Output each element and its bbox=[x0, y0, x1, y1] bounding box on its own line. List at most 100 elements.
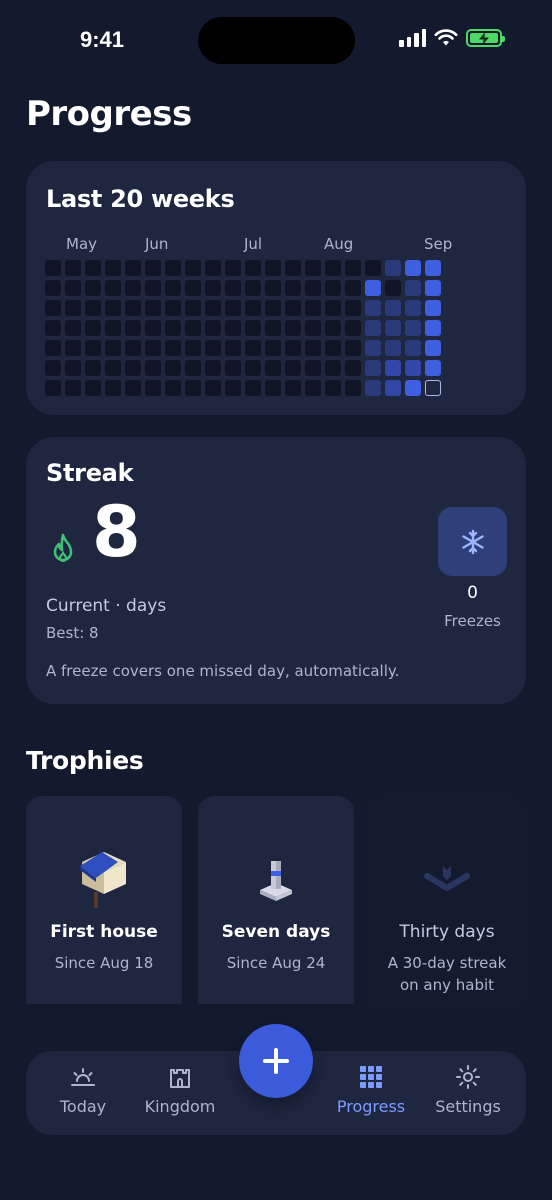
snowflake-icon bbox=[461, 529, 484, 554]
heatmap-cell bbox=[425, 260, 441, 276]
trophy-name: First house bbox=[50, 922, 158, 942]
heatmap-cell bbox=[305, 280, 321, 296]
grid-icon bbox=[360, 1066, 382, 1088]
heatmap-cell bbox=[105, 340, 121, 356]
heatmap-cell bbox=[65, 300, 81, 316]
heatmap-cell bbox=[245, 380, 261, 396]
heatmap-cell bbox=[85, 260, 101, 276]
heatmap-cell bbox=[365, 280, 381, 296]
heatmap-cell bbox=[425, 280, 441, 296]
heatmap-cell bbox=[205, 360, 221, 376]
heatmap-cell bbox=[185, 340, 201, 356]
heatmap-cell bbox=[185, 360, 201, 376]
heatmap-cell bbox=[385, 320, 401, 336]
heatmap-cell bbox=[225, 360, 241, 376]
freeze-button[interactable] bbox=[438, 507, 507, 576]
heatmap-cell bbox=[145, 300, 161, 316]
month-label: Jul bbox=[244, 235, 263, 253]
heatmap-cell bbox=[365, 260, 381, 276]
month-label: Sep bbox=[424, 235, 453, 253]
heatmap-cell bbox=[265, 380, 281, 396]
heatmap-cell bbox=[225, 320, 241, 336]
heatmap-cell bbox=[325, 260, 341, 276]
heatmap-cell bbox=[285, 340, 301, 356]
heatmap-cell bbox=[165, 260, 181, 276]
trophy-card-locked[interactable]: Thirty days A 30-day streak on any habit bbox=[369, 796, 525, 1004]
sunrise-icon bbox=[71, 1068, 95, 1086]
heatmap-cell bbox=[45, 280, 61, 296]
heatmap-cell bbox=[185, 280, 201, 296]
heatmap-cell bbox=[45, 380, 61, 396]
tab-kingdom[interactable]: Kingdom bbox=[136, 1065, 224, 1116]
heatmap-cell bbox=[305, 380, 321, 396]
heatmap-cell bbox=[105, 320, 121, 336]
heatmap-cell bbox=[425, 320, 441, 336]
heatmap-cell bbox=[225, 380, 241, 396]
heatmap-cell bbox=[145, 320, 161, 336]
heatmap-cell bbox=[425, 380, 441, 396]
heatmap-cell bbox=[365, 320, 381, 336]
heatmap-cell bbox=[105, 360, 121, 376]
heatmap-cell bbox=[125, 300, 141, 316]
trophy-card[interactable]: First house Since Aug 18 bbox=[26, 796, 182, 1004]
heatmap-cell bbox=[265, 340, 281, 356]
heatmap-cell bbox=[225, 260, 241, 276]
tab-progress[interactable]: Progress bbox=[327, 1065, 415, 1116]
signal-icon bbox=[399, 29, 426, 47]
heatmap-cell bbox=[365, 360, 381, 376]
heatmap-cell bbox=[45, 320, 61, 336]
heatmap-cell bbox=[345, 320, 361, 336]
heatmap-cell bbox=[85, 280, 101, 296]
heatmap-cell bbox=[165, 280, 181, 296]
heatmap-cell bbox=[285, 300, 301, 316]
heatmap-cell bbox=[125, 260, 141, 276]
streak-title: Streak bbox=[46, 459, 134, 487]
heatmap-cell bbox=[425, 340, 441, 356]
heatmap-cell bbox=[305, 300, 321, 316]
tab-today[interactable]: Today bbox=[39, 1065, 127, 1116]
heatmap-cell bbox=[145, 340, 161, 356]
heatmap-cell bbox=[205, 280, 221, 296]
heatmap-cell bbox=[145, 380, 161, 396]
heatmap-cell bbox=[185, 380, 201, 396]
heatmap-cell bbox=[125, 340, 141, 356]
add-button[interactable] bbox=[239, 1024, 313, 1098]
heatmap-cell bbox=[45, 300, 61, 316]
castle-icon bbox=[170, 1069, 190, 1088]
heatmap-cell bbox=[65, 280, 81, 296]
trophy-name: Seven days bbox=[221, 922, 331, 942]
heatmap-cell bbox=[305, 320, 321, 336]
heatmap-cell bbox=[45, 340, 61, 356]
heatmap-cell bbox=[205, 260, 221, 276]
heatmap-cell bbox=[325, 360, 341, 376]
flame-icon bbox=[53, 533, 73, 563]
heatmap-cell bbox=[85, 340, 101, 356]
heatmap-cell bbox=[265, 260, 281, 276]
heatmap-cell bbox=[105, 300, 121, 316]
wifi-icon bbox=[434, 29, 458, 46]
freeze-label: Freezes bbox=[444, 612, 501, 630]
pillar-icon bbox=[260, 861, 292, 901]
heatmap-cell bbox=[365, 340, 381, 356]
heatmap-cell bbox=[85, 300, 101, 316]
trophy-card[interactable]: Seven days Since Aug 24 bbox=[198, 796, 354, 1004]
heatmap-cell bbox=[325, 380, 341, 396]
tab-label: Settings bbox=[435, 1097, 501, 1116]
freeze-count: 0 bbox=[467, 583, 478, 603]
heatmap-cell bbox=[185, 300, 201, 316]
heatmap-cell bbox=[285, 260, 301, 276]
heatmap-cell bbox=[65, 380, 81, 396]
heatmap-cell bbox=[205, 300, 221, 316]
trophies-title: Trophies bbox=[26, 746, 144, 775]
heatmap-cell bbox=[165, 320, 181, 336]
heatmap-month-labels: May Jun Jul Aug Sep bbox=[26, 235, 526, 255]
trophy-subtitle: A 30-day streak on any habit bbox=[387, 954, 507, 994]
heatmap-cell bbox=[125, 380, 141, 396]
tab-label: Today bbox=[59, 1097, 107, 1116]
heatmap-cell bbox=[405, 300, 421, 316]
heatmap-cell bbox=[245, 320, 261, 336]
heatmap-cell bbox=[85, 380, 101, 396]
heatmap-cell bbox=[145, 360, 161, 376]
heatmap-cell bbox=[145, 280, 161, 296]
tab-settings[interactable]: Settings bbox=[424, 1065, 512, 1116]
